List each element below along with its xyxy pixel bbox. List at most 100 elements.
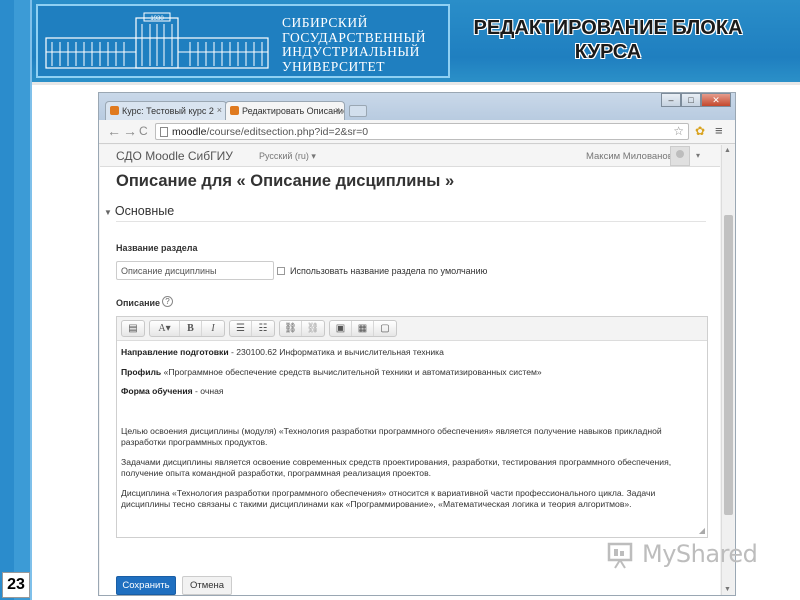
paragraph-bold-text: Направление подготовки (121, 347, 229, 357)
divider (116, 221, 706, 222)
paragraph-bold-text: Профиль (121, 366, 162, 377)
editor-paragraph: Форма обучения - очная (121, 386, 701, 398)
moodle-favicon-icon (110, 106, 119, 115)
language-menu[interactable]: Русский (ru) ▾ (259, 151, 316, 162)
editor-paragraph: Направление подготовки - 230100.62 Инфор… (121, 347, 701, 359)
image-icon[interactable]: ▣ (330, 321, 352, 336)
editor-content[interactable]: Направление подготовки - 230100.62 Инфор… (121, 347, 701, 519)
scrollbar-thumb[interactable] (724, 215, 733, 515)
moodle-favicon-icon (230, 106, 239, 115)
show-more-buttons-icon[interactable]: ▤ (122, 321, 144, 336)
new-tab-button[interactable] (349, 105, 367, 117)
fieldset-legend-label: Основные (114, 204, 175, 218)
browser-window: Курс: Тестовый курс 2 × Редактировать Оп… (98, 92, 736, 596)
university-name-line: ИНДУСТРИАЛЬНЫЙ (282, 44, 420, 59)
slide-title-line: КУРСА (574, 41, 642, 63)
tab-label: Редактировать Описание (242, 106, 345, 116)
editor-paragraph: Задачами дисциплины является освоение со… (121, 457, 701, 480)
tab-label: Курс: Тестовый курс 2 (122, 106, 214, 116)
toolbar-group-links: ⛓ ⛓ (279, 320, 325, 337)
left-rail (14, 0, 32, 600)
use-default-name-checkbox[interactable] (277, 267, 285, 275)
editor-toolbar: ▤ A▾ B I ☰ ☷ ⛓ ⛓ ▣ ▦ ▢ (117, 317, 707, 341)
reload-icon[interactable]: C (139, 124, 148, 138)
paragraph-text: Целью освоения дисциплины (модуля) «Техн… (121, 425, 662, 448)
university-building-icon: 1930 (45, 12, 269, 69)
site-name-link[interactable]: СДО Moodle СибГИУ (116, 149, 233, 163)
paragraph-text: «Программное обеспечение средств вычисли… (161, 366, 542, 377)
scroll-up-icon[interactable]: ▲ (724, 147, 731, 154)
slide-title: РЕДАКТИРОВАНИЕ БЛОКА КУРСА (452, 16, 764, 64)
university-name-line: УНИВЕРСИТЕТ (282, 58, 385, 74)
minimize-button[interactable]: – (661, 93, 681, 107)
back-arrow-icon[interactable]: ← (107, 123, 121, 139)
address-bar[interactable]: moodle/course/editsection.php?id=2&sr=0 … (155, 123, 689, 140)
editor-paragraph (121, 406, 701, 418)
page-title: Описание для « Описание дисциплины » (116, 172, 455, 190)
maximize-button[interactable]: □ (681, 93, 701, 107)
unordered-list-icon[interactable]: ☰ (230, 321, 252, 336)
close-tab-icon[interactable]: × (335, 105, 340, 115)
paragraph-text: Дисциплина «Технология разработки програ… (121, 487, 656, 510)
paragraph-bold-text: Форма обучения (121, 386, 193, 396)
editor-paragraph: Целью освоения дисциплины (модуля) «Техн… (121, 426, 701, 449)
moodle-page: СДО Moodle СибГИУ Русский (ru) ▾ Максим … (100, 145, 720, 595)
moodle-navbar: СДО Moodle СибГИУ Русский (ru) ▾ Максим … (100, 145, 720, 167)
collapse-caret-icon: ▼ (104, 208, 112, 217)
help-icon[interactable]: ? (162, 296, 173, 307)
user-name[interactable]: Максим Милованов (586, 151, 673, 162)
resize-handle-icon[interactable]: ◢ (699, 526, 705, 535)
university-logo: 1930 СИБИРСКИЙ ГОСУДАРСТВЕННЫЙ ИНДУСТРИА… (36, 4, 450, 78)
scrollbar[interactable]: ▲ ▼ (721, 145, 734, 595)
slide-page-number: 23 (2, 572, 30, 598)
save-button[interactable]: Сохранить (116, 576, 176, 595)
cancel-button[interactable]: Отмена (182, 576, 232, 595)
user-menu-caret-icon[interactable]: ▾ (696, 151, 700, 160)
description-label: Описание (116, 298, 161, 308)
url-path: /course/editsection.php?id=2&sr=0 (206, 126, 369, 138)
paragraph-text: Задачами дисциплины является освоение со… (121, 456, 672, 479)
university-name-line: ГОСУДАРСТВЕННЫЙ (282, 29, 427, 45)
fieldset-general[interactable]: ▼ Основные (104, 204, 174, 218)
avatar[interactable] (670, 146, 690, 166)
browser-menu-icon[interactable]: ≡ (715, 123, 723, 138)
toolbar-group-style: A▾ B I (149, 320, 225, 337)
paragraph-text: - очная (192, 386, 224, 396)
description-editor[interactable]: ▤ A▾ B I ☰ ☷ ⛓ ⛓ ▣ ▦ ▢ Направление подго… (116, 316, 708, 538)
header-divider (32, 82, 800, 85)
editor-paragraph: Профиль «Программное обеспечение средств… (121, 367, 701, 379)
media-icon[interactable]: ▦ (352, 321, 374, 336)
page-icon (160, 127, 168, 137)
toolbar-group-lists: ☰ ☷ (229, 320, 275, 337)
section-name-label: Название раздела (116, 243, 198, 253)
university-name-line: СИБИРСКИЙ (282, 15, 368, 30)
browser-toolbar: ← → C moodle/course/editsection.php?id=2… (99, 120, 735, 144)
bold-icon[interactable]: B (180, 321, 202, 336)
watermark: MyShared (606, 538, 776, 572)
bookmark-star-icon[interactable]: ☆ (673, 124, 684, 138)
close-window-button[interactable]: ✕ (701, 93, 731, 107)
link-icon[interactable]: ⛓ (280, 321, 302, 336)
url-host: moodle (172, 126, 207, 138)
italic-icon[interactable]: I (202, 321, 224, 336)
scroll-down-icon[interactable]: ▼ (724, 586, 731, 593)
paragraph-style-icon[interactable]: A▾ (150, 321, 180, 336)
toolbar-group-toggle: ▤ (121, 320, 145, 337)
tab-edit-description[interactable]: Редактировать Описание × (225, 101, 345, 120)
ordered-list-icon[interactable]: ☷ (252, 321, 274, 336)
watermark-text: MyShared (642, 540, 758, 568)
close-tab-icon[interactable]: × (217, 105, 222, 115)
extension-icon[interactable]: ✿ (695, 124, 705, 138)
window-controls: – □ ✕ (661, 93, 731, 107)
forward-arrow-icon[interactable]: → (123, 123, 137, 139)
use-default-name-label[interactable]: Использовать название раздела по умолчан… (290, 266, 487, 276)
section-name-input[interactable] (116, 261, 274, 280)
logo-year: 1930 (150, 16, 164, 22)
left-strip (0, 0, 14, 600)
slide-title-line: РЕДАКТИРОВАНИЕ БЛОКА (473, 17, 743, 39)
tab-course[interactable]: Курс: Тестовый курс 2 × (105, 101, 227, 120)
unlink-icon[interactable]: ⛓ (302, 321, 324, 336)
paragraph-text: - 230100.62 Информатика и вычислительная… (228, 347, 444, 357)
file-manager-icon[interactable]: ▢ (374, 321, 396, 336)
toolbar-group-media: ▣ ▦ ▢ (329, 320, 397, 337)
